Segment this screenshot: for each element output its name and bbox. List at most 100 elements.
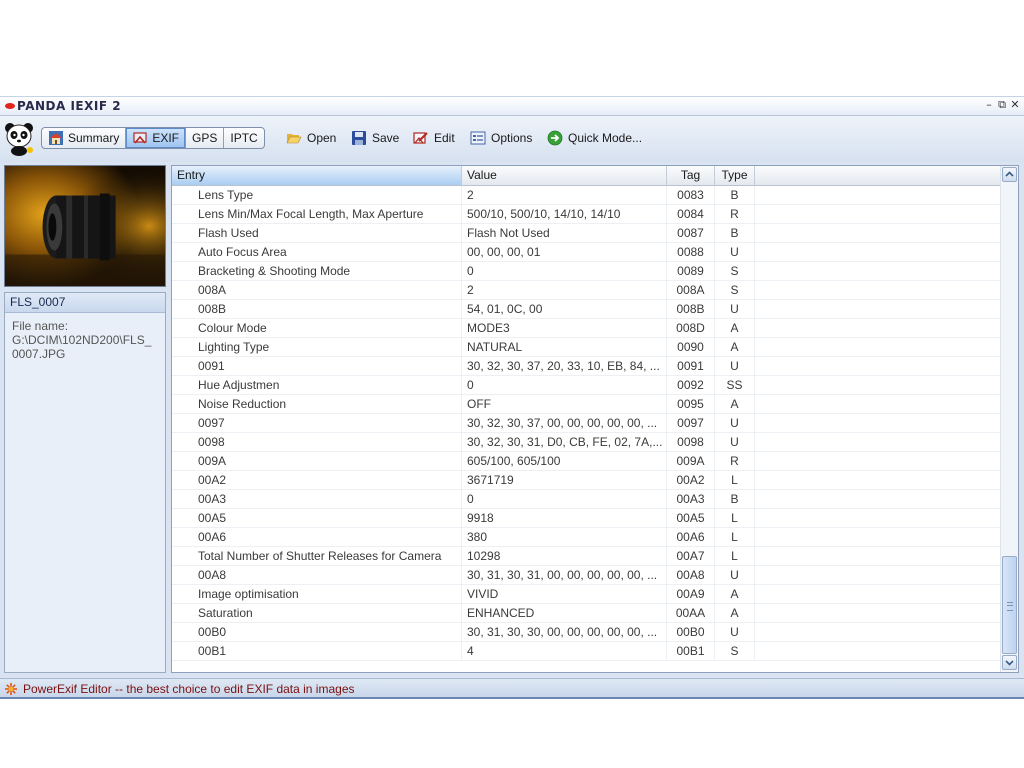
table-row[interactable]: 008A 2 008A S [172,281,1002,300]
cell-value[interactable]: 0 [462,490,667,508]
cell-tag[interactable]: 0090 [667,338,715,356]
cell-entry[interactable]: 009A [172,452,462,470]
cell-type[interactable]: B [715,224,755,242]
table-row[interactable]: 00B1 4 00B1 S [172,642,1002,661]
photo-thumbnail[interactable] [4,165,166,287]
cell-type[interactable]: A [715,604,755,622]
scroll-down-button[interactable] [1002,655,1017,670]
table-row[interactable]: Lens Min/Max Focal Length, Max Aperture 5… [172,205,1002,224]
cell-entry[interactable]: 008A [172,281,462,299]
cell-type[interactable]: U [715,357,755,375]
table-row[interactable]: Saturation ENHANCED 00AA A [172,604,1002,623]
cell-type[interactable]: A [715,319,755,337]
cell-value[interactable]: 30, 31, 30, 30, 00, 00, 00, 00, 00, ... [462,623,667,641]
cell-value[interactable]: ENHANCED [462,604,667,622]
table-row[interactable]: Total Number of Shutter Releases for Cam… [172,547,1002,566]
cell-value[interactable]: 500/10, 500/10, 14/10, 14/10 [462,205,667,223]
cell-tag[interactable]: 0098 [667,433,715,451]
cell-tag[interactable]: 0091 [667,357,715,375]
cell-type[interactable]: L [715,547,755,565]
cell-tag[interactable]: 008B [667,300,715,318]
cell-type[interactable]: A [715,338,755,356]
cell-entry[interactable]: 00B0 [172,623,462,641]
cell-tag[interactable]: 0083 [667,186,715,204]
cell-entry[interactable]: 00A8 [172,566,462,584]
cell-type[interactable]: R [715,452,755,470]
cell-tag[interactable]: 009A [667,452,715,470]
cell-type[interactable]: L [715,528,755,546]
cell-tag[interactable]: 0084 [667,205,715,223]
table-row[interactable]: Lens Type 2 0083 B [172,186,1002,205]
cell-type[interactable]: B [715,186,755,204]
cell-value[interactable]: 54, 01, 0C, 00 [462,300,667,318]
cell-type[interactable]: U [715,623,755,641]
vertical-scrollbar[interactable] [1000,166,1018,672]
cell-value[interactable]: 2 [462,186,667,204]
table-row[interactable]: 00A6 380 00A6 L [172,528,1002,547]
cell-type[interactable]: S [715,281,755,299]
cell-entry[interactable]: Image optimisation [172,585,462,603]
cell-value[interactable]: VIVID [462,585,667,603]
cell-tag[interactable]: 00A8 [667,566,715,584]
table-row[interactable]: Image optimisation VIVID 00A9 A [172,585,1002,604]
cell-value[interactable]: 10298 [462,547,667,565]
cell-type[interactable]: R [715,205,755,223]
cell-entry[interactable]: 0097 [172,414,462,432]
cell-value[interactable]: 30, 32, 30, 31, D0, CB, FE, 02, 7A,... [462,433,667,451]
cell-tag[interactable]: 00A7 [667,547,715,565]
table-row[interactable]: 008B 54, 01, 0C, 00 008B U [172,300,1002,319]
cell-entry[interactable]: Bracketing & Shooting Mode [172,262,462,280]
cell-tag[interactable]: 00A5 [667,509,715,527]
tab-iptc[interactable]: IPTC [224,128,263,148]
cell-type[interactable]: L [715,471,755,489]
cell-tag[interactable]: 00B0 [667,623,715,641]
cell-tag[interactable]: 00A6 [667,528,715,546]
cell-tag[interactable]: 0089 [667,262,715,280]
cell-value[interactable]: 0 [462,262,667,280]
table-row[interactable]: 00A8 30, 31, 30, 31, 00, 00, 00, 00, 00, … [172,566,1002,585]
cell-entry[interactable]: 00A2 [172,471,462,489]
cell-tag[interactable]: 00AA [667,604,715,622]
scroll-thumb[interactable] [1002,556,1017,654]
cell-type[interactable]: S [715,642,755,660]
cell-value[interactable]: Flash Not Used [462,224,667,242]
cell-entry[interactable]: Total Number of Shutter Releases for Cam… [172,547,462,565]
table-row[interactable]: 00A2 3671719 00A2 L [172,471,1002,490]
cell-tag[interactable]: 008D [667,319,715,337]
cell-tag[interactable]: 00B1 [667,642,715,660]
cell-tag[interactable]: 00A2 [667,471,715,489]
column-value[interactable]: Value [462,166,667,185]
table-row[interactable]: Bracketing & Shooting Mode 0 0089 S [172,262,1002,281]
scroll-up-button[interactable] [1002,167,1017,182]
cell-value[interactable]: 9918 [462,509,667,527]
cell-entry[interactable]: Flash Used [172,224,462,242]
cell-type[interactable]: A [715,585,755,603]
cell-entry[interactable]: 00A5 [172,509,462,527]
table-row[interactable]: Lighting Type NATURAL 0090 A [172,338,1002,357]
cell-entry[interactable]: 008B [172,300,462,318]
cell-entry[interactable]: 00B1 [172,642,462,660]
table-row[interactable]: 009A 605/100, 605/100 009A R [172,452,1002,471]
cell-type[interactable]: U [715,566,755,584]
cell-tag[interactable]: 008A [667,281,715,299]
cell-entry[interactable]: Auto Focus Area [172,243,462,261]
cell-type[interactable]: U [715,433,755,451]
cell-value[interactable]: OFF [462,395,667,413]
cell-value[interactable]: NATURAL [462,338,667,356]
cell-entry[interactable]: Colour Mode [172,319,462,337]
cell-tag[interactable]: 0088 [667,243,715,261]
table-row[interactable]: Noise Reduction OFF 0095 A [172,395,1002,414]
edit-button[interactable]: Edit [413,129,455,147]
cell-entry[interactable]: Lighting Type [172,338,462,356]
cell-entry[interactable]: Lens Min/Max Focal Length, Max Aperture [172,205,462,223]
cell-tag[interactable]: 0097 [667,414,715,432]
cell-tag[interactable]: 00A3 [667,490,715,508]
cell-entry[interactable]: Lens Type [172,186,462,204]
close-button[interactable]: ✕ [1010,98,1020,112]
table-row[interactable]: Hue Adjustmen 0 0092 SS [172,376,1002,395]
cell-entry[interactable]: 00A6 [172,528,462,546]
cell-value[interactable]: 30, 32, 30, 37, 20, 33, 10, EB, 84, ... [462,357,667,375]
tab-gps[interactable]: GPS [186,128,225,148]
table-row[interactable]: 00A5 9918 00A5 L [172,509,1002,528]
cell-tag[interactable]: 00A9 [667,585,715,603]
